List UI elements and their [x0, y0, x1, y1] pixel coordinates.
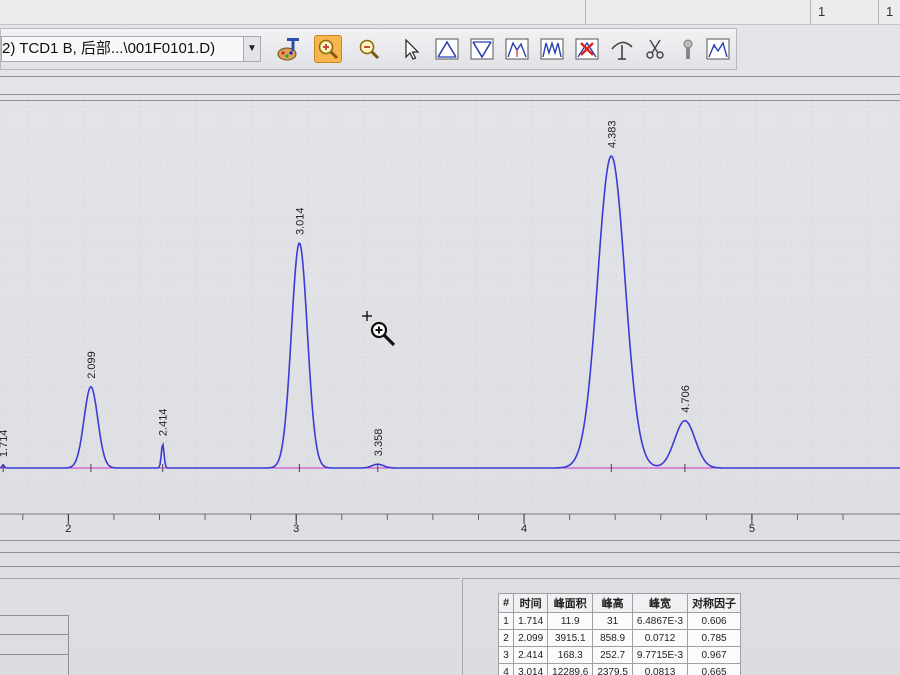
top-cell-value: 1	[886, 4, 894, 19]
table-cell: 1.714	[513, 612, 549, 630]
top-divider	[810, 0, 811, 24]
x-tick-label: 2	[65, 523, 71, 535]
baseline-peak-icon[interactable]	[433, 35, 461, 63]
tool-icon[interactable]	[674, 35, 702, 63]
integration-results-pane: # 时间 峰面积 峰高 峰宽 对称因子 1 1.714 11.9 31 6.4867E-3 0.60…	[462, 578, 900, 675]
tangent-skim-icon[interactable]	[608, 35, 636, 63]
x-tick-label: 5	[749, 523, 755, 535]
split-peak-icon[interactable]	[503, 35, 531, 63]
peak-label: 2.099	[86, 351, 98, 379]
peak-label: 2.414	[158, 409, 170, 437]
table-cell: 6.4867E-3	[631, 612, 689, 630]
x-tick-label: 3	[293, 523, 299, 535]
table-cell: 12289.6	[547, 663, 594, 675]
divider	[0, 540, 900, 541]
table-cell: 0.606	[687, 612, 742, 630]
table-cell: 4	[497, 663, 515, 675]
peak-label: 3.014	[294, 207, 306, 235]
multi-peak-icon[interactable]	[538, 35, 566, 63]
table-row[interactable]: 2 2.099 3915.1 858.9 0.0712 0.785	[497, 629, 742, 647]
scissors-icon[interactable]	[641, 35, 669, 63]
signal-select[interactable]: 2) TCD1 B, 后部...\001F0101.D) ▼	[1, 36, 261, 62]
chevron-down-icon[interactable]: ▼	[243, 37, 260, 61]
report-line	[0, 634, 68, 635]
x-tick-label: 4	[521, 523, 527, 535]
table-header-row: # 时间 峰面积 峰高 峰宽 对称因子	[497, 593, 742, 613]
table-cell: 2.414	[513, 646, 549, 664]
table-cell: 9.7715E-3	[631, 646, 689, 664]
divider	[0, 566, 900, 567]
top-cell-value: 1	[818, 4, 826, 19]
divider	[0, 94, 900, 95]
integration-results-table: # 时间 峰面积 峰高 峰宽 对称因子 1 1.714 11.9 31 6.4867E-3 0.60…	[497, 593, 742, 675]
svg-text:A: A	[712, 44, 717, 51]
top-status-strip: 1 1	[0, 0, 900, 25]
table-cell: 0.967	[687, 646, 742, 664]
table-cell: 0.785	[687, 629, 742, 647]
report-pane	[0, 578, 460, 675]
column-header[interactable]: 对称因子	[687, 593, 742, 613]
table-cell: 3.014	[513, 663, 549, 675]
report-box	[0, 615, 69, 675]
table-cell: 3915.1	[547, 629, 594, 647]
zoom-in-icon[interactable]	[314, 35, 342, 63]
table-cell: 1	[497, 612, 515, 630]
delete-peak-icon[interactable]	[573, 35, 601, 63]
table-cell: 0.665	[687, 663, 742, 675]
chromatogram-chart[interactable]: 1.714 2.099 2.414 3.014 3.358 4.383 4.706 2 3 4 5	[0, 96, 900, 536]
zoom-out-icon[interactable]	[355, 35, 383, 63]
table-cell: 2379.5	[592, 663, 633, 675]
divider	[0, 552, 900, 553]
table-cell: 858.9	[592, 629, 633, 647]
table-row[interactable]: 4 3.014 12289.6 2379.5 0.0813 0.665	[497, 663, 742, 675]
chemstation-window: 1 1 2) TCD1 B, 后部...\001F0101.D) ▼ A 1.7…	[0, 0, 900, 675]
column-header[interactable]: 峰面积	[547, 593, 594, 613]
column-header[interactable]: 峰宽	[631, 593, 689, 613]
table-cell: 168.3	[547, 646, 594, 664]
table-cell: 2	[497, 629, 515, 647]
table-row[interactable]: 3 2.414 168.3 252.7 9.7715E-3 0.967	[497, 646, 742, 664]
palette-text-icon[interactable]	[275, 35, 303, 63]
peak-label: 4.383	[606, 120, 618, 148]
pointer-icon[interactable]	[397, 35, 425, 63]
table-cell: 0.0712	[631, 629, 689, 647]
table-row[interactable]: 1 1.714 11.9 31 6.4867E-3 0.606	[497, 612, 742, 630]
column-header[interactable]: #	[497, 593, 515, 613]
table-cell: 31	[592, 612, 633, 630]
zoom-cursor-icon	[360, 310, 400, 350]
peak-label: 1.714	[0, 430, 10, 458]
chromatogram-panel[interactable]: 1.714 2.099 2.414 3.014 3.358 4.383 4.706 2 3 4 5	[0, 96, 900, 536]
report-line	[0, 654, 68, 655]
inverted-peak-icon[interactable]	[468, 35, 496, 63]
peak-label: 3.358	[373, 429, 385, 457]
top-divider	[585, 0, 586, 24]
integration-toolbar: 2) TCD1 B, 后部...\001F0101.D) ▼ A	[0, 28, 737, 70]
divider	[0, 76, 900, 77]
signal-select-value: 2) TCD1 B, 后部...\001F0101.D)	[2, 40, 216, 57]
top-divider	[878, 0, 879, 24]
table-cell: 2.099	[513, 629, 549, 647]
chart-label-icon[interactable]: A	[704, 35, 732, 63]
signal-trace	[0, 155, 900, 469]
table-cell: 11.9	[547, 612, 594, 630]
peak-label: 4.706	[680, 385, 692, 413]
column-header[interactable]: 时间	[513, 593, 549, 613]
table-cell: 3	[497, 646, 515, 664]
table-cell: 0.0813	[631, 663, 689, 675]
column-header[interactable]: 峰高	[592, 593, 633, 613]
table-cell: 252.7	[592, 646, 633, 664]
